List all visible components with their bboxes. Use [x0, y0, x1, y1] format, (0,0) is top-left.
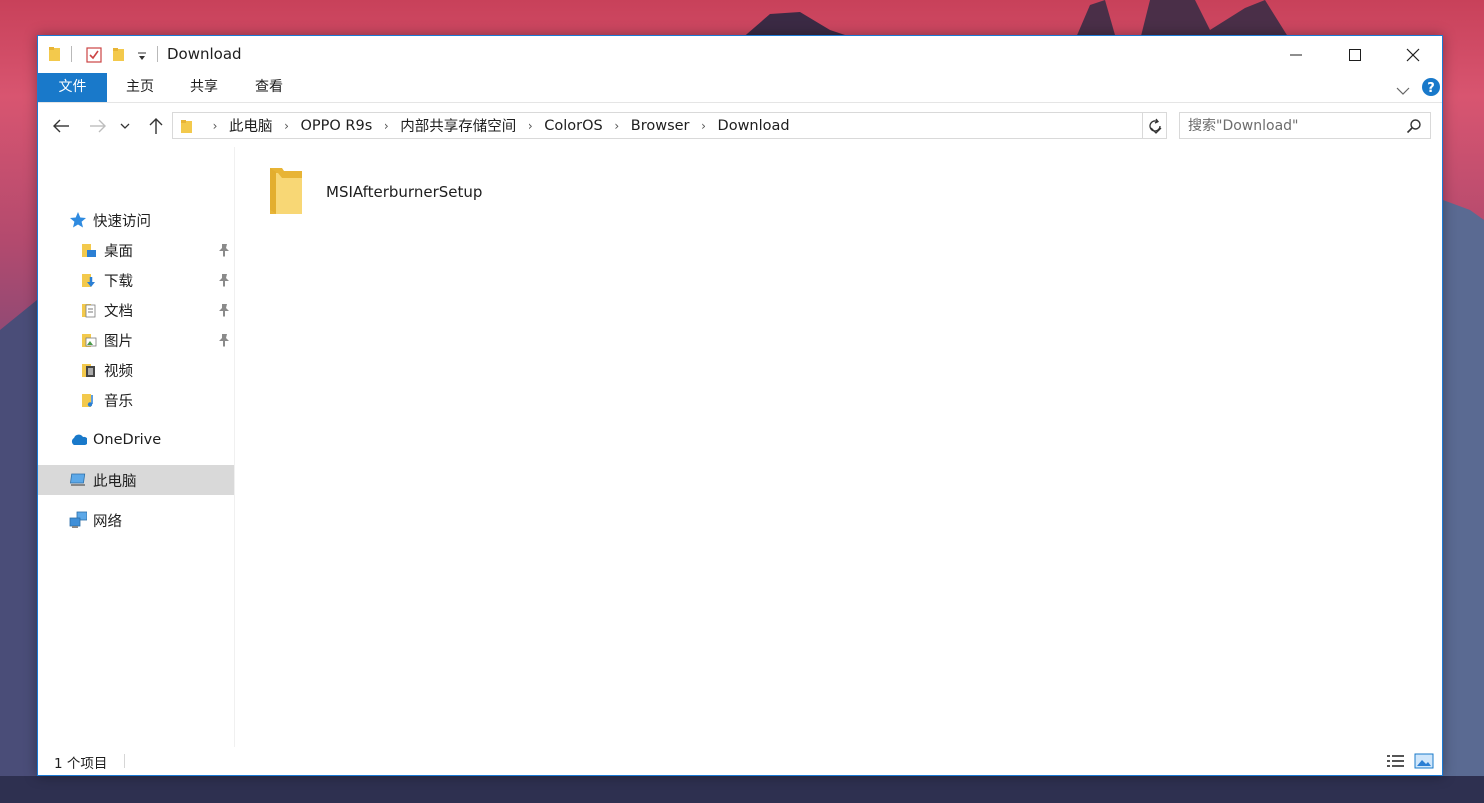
nav-label: OneDrive — [93, 432, 162, 448]
pictures-folder-icon — [80, 331, 98, 349]
nav-label: 音乐 — [104, 393, 133, 410]
nav-label: 快速访问 — [93, 213, 151, 230]
maximize-icon — [1349, 48, 1361, 61]
tab-file[interactable]: 文件 — [38, 73, 107, 102]
nav-label: 视频 — [104, 363, 133, 380]
refresh-button[interactable] — [1142, 112, 1167, 139]
pin-icon[interactable] — [218, 333, 230, 351]
nav-item-desktop[interactable]: 桌面 — [38, 235, 234, 265]
breadcrumb-item[interactable]: 此电脑 — [229, 115, 273, 136]
music-folder-icon — [80, 391, 98, 409]
maximize-button[interactable] — [1332, 36, 1378, 73]
details-view-icon[interactable] — [1386, 753, 1406, 769]
desktop-folder-icon — [80, 241, 98, 259]
breadcrumb-item[interactable]: Download — [718, 118, 790, 134]
chevron-right-icon[interactable]: › — [372, 119, 400, 133]
nav-quick-access[interactable]: 快速访问 — [38, 205, 234, 235]
forward-button[interactable] — [86, 115, 110, 137]
title-separator — [71, 46, 72, 62]
pin-icon[interactable] — [218, 303, 230, 321]
minimize-icon — [1290, 54, 1302, 55]
item-count: 1 个项目 — [54, 756, 108, 772]
list-item[interactable]: MSIAfterburnerSetup — [268, 165, 482, 219]
title-separator — [157, 46, 158, 62]
nav-label: 图片 — [104, 333, 133, 350]
network-icon — [69, 511, 87, 529]
forward-arrow-icon — [90, 119, 106, 133]
computer-icon — [69, 471, 87, 489]
nav-label: 网络 — [93, 513, 122, 530]
large-icons-view-icon[interactable] — [1414, 753, 1434, 769]
search-input[interactable] — [1180, 113, 1408, 138]
search-box[interactable] — [1179, 112, 1431, 139]
file-explorer-window: Download 文件 主页 共享 查看 ? › 此电脑 › OPPO R9s … — [37, 35, 1443, 776]
nav-item-videos[interactable]: 视频 — [38, 355, 234, 385]
folder-icon — [48, 46, 62, 64]
navigation-bar: › 此电脑 › OPPO R9s › 内部共享存储空间 › ColorOS › … — [38, 103, 1442, 147]
file-name: MSIAfterburnerSetup — [326, 183, 483, 201]
documents-folder-icon — [80, 301, 98, 319]
up-button[interactable] — [144, 115, 168, 137]
refresh-icon — [1148, 118, 1161, 132]
file-list[interactable]: MSIAfterburnerSetup — [235, 147, 1442, 747]
nav-item-music[interactable]: 音乐 — [38, 385, 234, 415]
breadcrumb-item[interactable]: Browser — [631, 118, 690, 134]
chevron-down-icon — [120, 123, 130, 129]
quick-access-dropdown-icon[interactable] — [137, 48, 147, 66]
pin-icon[interactable] — [218, 243, 230, 261]
nav-onedrive[interactable]: OneDrive — [38, 425, 234, 455]
nav-label: 桌面 — [104, 243, 133, 260]
star-icon — [69, 211, 87, 229]
nav-this-pc[interactable]: 此电脑 — [38, 465, 234, 495]
help-icon[interactable]: ? — [1421, 77, 1441, 101]
title-bar[interactable]: Download — [38, 36, 1442, 73]
svg-text:?: ? — [1427, 81, 1435, 96]
nav-item-pictures[interactable]: 图片 — [38, 325, 234, 355]
cloud-icon — [69, 431, 87, 449]
window-title: Download — [167, 45, 242, 63]
address-bar[interactable]: › 此电脑 › OPPO R9s › 内部共享存储空间 › ColorOS › … — [172, 112, 1167, 139]
breadcrumb-item[interactable]: ColorOS — [544, 118, 602, 134]
minimize-button[interactable] — [1273, 36, 1319, 73]
breadcrumb-item[interactable]: OPPO R9s — [301, 118, 373, 134]
tab-share[interactable]: 共享 — [178, 73, 230, 102]
status-bar: 1 个项目 — [38, 747, 1442, 775]
search-icon[interactable] — [1406, 118, 1422, 138]
pin-icon[interactable] — [218, 273, 230, 291]
breadcrumb-item[interactable]: 内部共享存储空间 — [400, 115, 516, 136]
tab-home[interactable]: 主页 — [114, 73, 166, 102]
nav-label: 下载 — [104, 273, 133, 290]
back-arrow-icon — [53, 119, 69, 133]
close-button[interactable] — [1390, 36, 1436, 73]
nav-label: 此电脑 — [93, 473, 137, 490]
folder-icon — [173, 118, 201, 134]
downloads-folder-icon — [80, 271, 98, 289]
nav-item-downloads[interactable]: 下载 — [38, 265, 234, 295]
tab-view[interactable]: 查看 — [243, 73, 295, 102]
status-separator — [124, 754, 125, 768]
folder-icon — [268, 164, 304, 220]
properties-icon[interactable] — [85, 46, 103, 64]
up-arrow-icon — [149, 118, 163, 134]
nav-label: 文档 — [104, 303, 133, 320]
expand-ribbon-chevron-icon[interactable] — [1396, 81, 1410, 100]
videos-folder-icon — [80, 361, 98, 379]
recent-locations-button[interactable] — [118, 115, 132, 137]
ribbon-tabs: 文件 主页 共享 查看 ? — [38, 73, 1442, 103]
nav-network[interactable]: 网络 — [38, 505, 234, 535]
chevron-right-icon[interactable]: › — [516, 119, 544, 133]
chevron-right-icon[interactable]: › — [201, 119, 229, 133]
back-button[interactable] — [49, 115, 73, 137]
chevron-right-icon[interactable]: › — [690, 119, 718, 133]
new-folder-icon[interactable] — [111, 46, 127, 64]
nav-item-documents[interactable]: 文档 — [38, 295, 234, 325]
chevron-right-icon[interactable]: › — [603, 119, 631, 133]
breadcrumb: › 此电脑 › OPPO R9s › 内部共享存储空间 › ColorOS › … — [173, 113, 790, 138]
close-icon — [1406, 48, 1420, 61]
chevron-right-icon[interactable]: › — [273, 119, 301, 133]
navigation-pane: 快速访问 桌面 下载 文档 图片 视频 音乐 OneDrive 此电脑 网络 — [38, 147, 234, 747]
